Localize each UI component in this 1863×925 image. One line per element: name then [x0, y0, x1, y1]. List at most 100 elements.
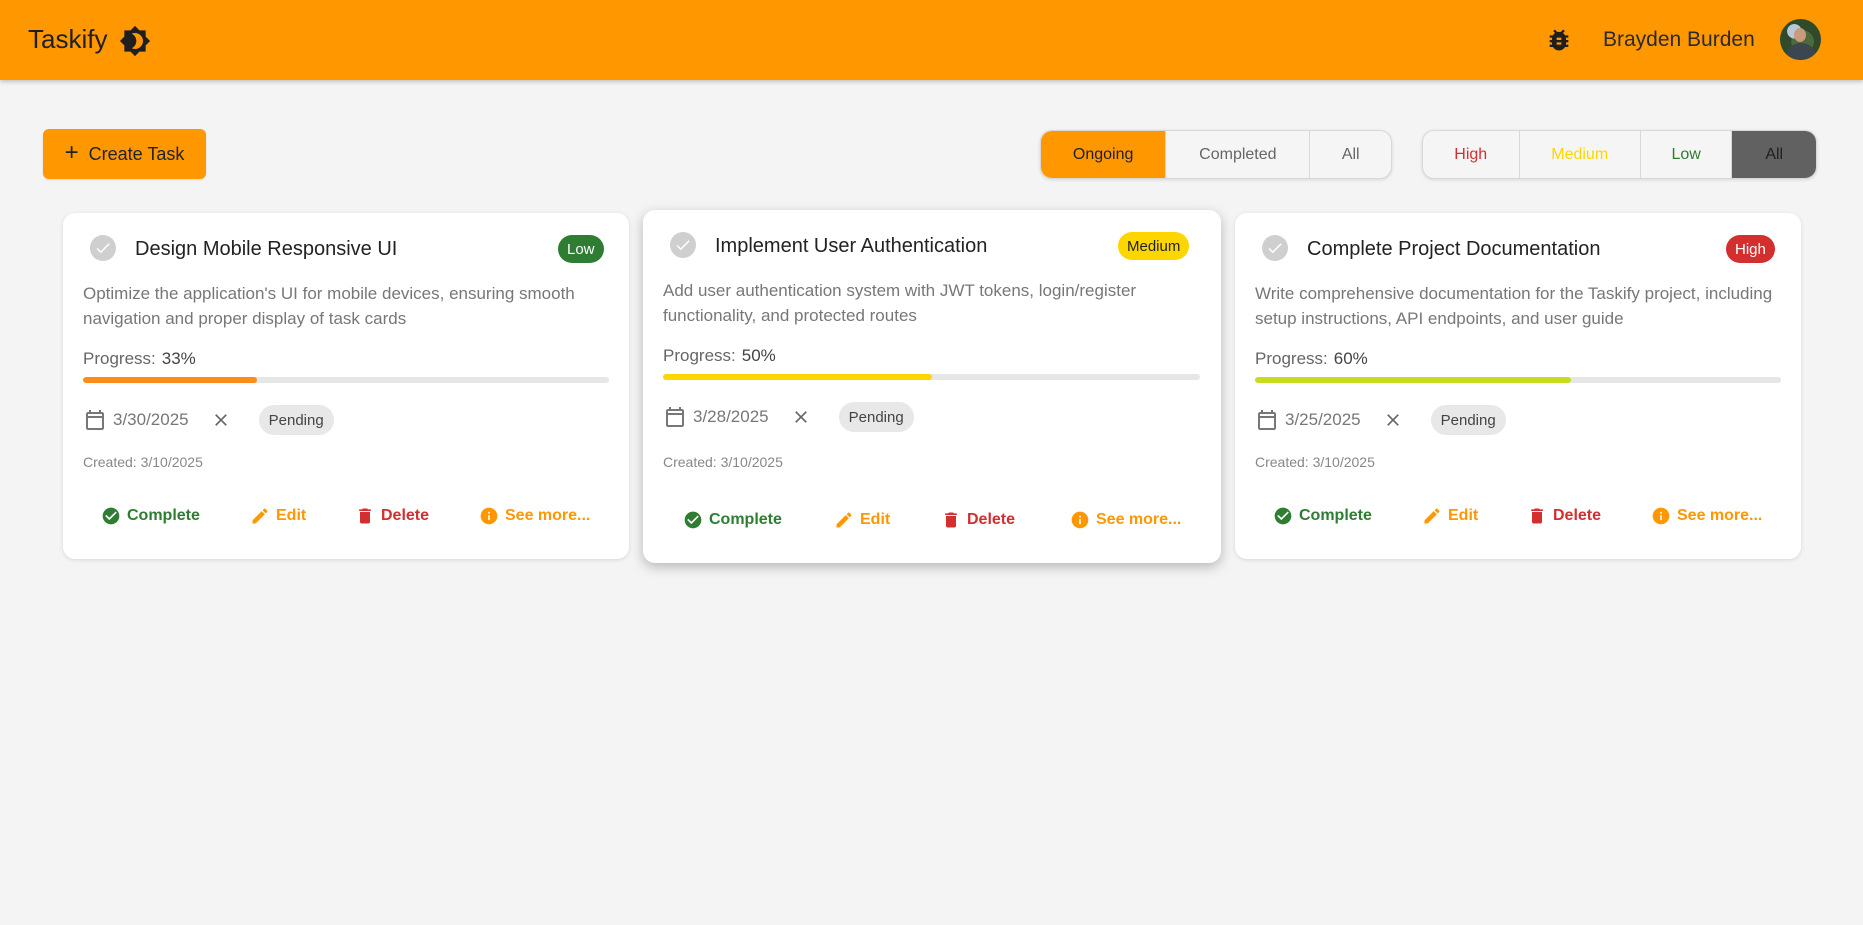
user-name[interactable]: Brayden Burden	[1603, 28, 1755, 52]
see-more-button[interactable]: See more...	[479, 501, 590, 531]
status-chip: Pending	[1430, 405, 1506, 435]
status-filter-group: Ongoing Completed All	[1040, 130, 1392, 179]
complete-button[interactable]: Complete	[101, 501, 200, 531]
progress-value: 50%	[741, 346, 776, 365]
see-more-label: See more...	[1677, 507, 1763, 524]
brightness-icon[interactable]	[119, 25, 151, 57]
check-circle-icon	[102, 507, 120, 525]
progress-bar	[1255, 377, 1781, 383]
calendar-icon	[86, 410, 104, 430]
progress-fill	[83, 377, 257, 383]
complete-button[interactable]: Complete	[683, 505, 782, 535]
complete-label: Complete	[709, 511, 782, 528]
priority-badge: High	[1726, 235, 1775, 263]
task-card: Complete Project Documentation High Writ…	[1235, 213, 1801, 559]
filter-high[interactable]: High	[1423, 131, 1520, 178]
edit-button[interactable]: Edit	[1422, 501, 1478, 531]
trash-icon	[945, 512, 957, 528]
card-actions: Complete Edit Delete See more...	[643, 505, 1221, 535]
priority-badge: Medium	[1118, 232, 1190, 260]
task-description: Add user authentication system with JWT …	[663, 281, 1137, 325]
delete-button[interactable]: Delete	[355, 501, 429, 531]
due-row: 3/28/2025 Pending	[663, 402, 914, 432]
complete-button[interactable]: Complete	[1273, 501, 1372, 531]
info-icon	[480, 507, 498, 525]
progress-caption: Progress:	[1255, 349, 1328, 368]
delete-button[interactable]: Delete	[941, 505, 1015, 535]
delete-label: Delete	[967, 511, 1016, 528]
filter-all-priority[interactable]: All	[1732, 131, 1816, 178]
filter-low[interactable]: Low	[1641, 131, 1733, 178]
progress-label: Progress: 33%	[83, 349, 196, 369]
edit-label: Edit	[860, 511, 891, 528]
edit-label: Edit	[1448, 507, 1479, 524]
created-date: Created: 3/10/2025	[1255, 454, 1375, 470]
filter-all-status[interactable]: All	[1310, 131, 1391, 178]
calendar-icon	[1258, 410, 1276, 430]
complete-label: Complete	[1299, 507, 1372, 524]
task-title: Design Mobile Responsive UI	[135, 238, 398, 260]
create-task-button[interactable]: + Create Task	[43, 129, 206, 179]
complete-label: Complete	[127, 507, 200, 524]
check-circle-icon	[1274, 507, 1292, 525]
see-more-label: See more...	[505, 507, 591, 524]
check-circle-icon[interactable]	[670, 232, 696, 258]
filter-medium[interactable]: Medium	[1520, 131, 1641, 178]
check-circle-icon	[684, 511, 702, 529]
close-icon[interactable]	[211, 410, 231, 430]
priority-filter-group: High Medium Low All	[1422, 130, 1817, 179]
see-more-button[interactable]: See more...	[1070, 505, 1181, 535]
status-chip: Pending	[258, 405, 334, 435]
task-card: Design Mobile Responsive UI Low Optimize…	[63, 213, 629, 559]
check-circle-icon[interactable]	[1262, 235, 1288, 261]
created-date: Created: 3/10/2025	[663, 454, 783, 470]
edit-label: Edit	[276, 507, 307, 524]
progress-value: 60%	[1333, 349, 1368, 368]
progress-bar	[663, 374, 1200, 380]
app-bar: Taskify Brayden Burden	[0, 0, 1863, 80]
info-icon	[1652, 507, 1670, 525]
pencil-icon	[252, 508, 268, 524]
card-actions: Complete Edit Delete See more...	[1235, 501, 1801, 531]
task-title: Complete Project Documentation	[1307, 238, 1601, 260]
pencil-icon	[836, 512, 852, 528]
bug-icon[interactable]	[1545, 26, 1573, 54]
avatar[interactable]	[1780, 19, 1821, 60]
created-date: Created: 3/10/2025	[83, 454, 203, 470]
app-title: Taskify	[28, 24, 108, 54]
progress-caption: Progress:	[83, 349, 156, 368]
trash-icon	[359, 508, 371, 524]
filter-ongoing[interactable]: Ongoing	[1041, 131, 1167, 178]
delete-button[interactable]: Delete	[1527, 501, 1601, 531]
close-icon[interactable]	[1383, 410, 1403, 430]
due-date: 3/30/2025	[113, 410, 189, 429]
due-date: 3/28/2025	[693, 407, 769, 426]
check-circle-icon[interactable]	[90, 235, 116, 261]
due-date: 3/25/2025	[1285, 410, 1361, 429]
trash-icon	[1531, 508, 1543, 524]
edit-button[interactable]: Edit	[250, 501, 306, 531]
progress-value: 33%	[161, 349, 196, 368]
task-description: Write comprehensive documentation for th…	[1255, 284, 1773, 328]
delete-label: Delete	[1553, 507, 1602, 524]
see-more-button[interactable]: See more...	[1651, 501, 1762, 531]
create-task-label: Create Task	[88, 143, 185, 164]
close-icon[interactable]	[791, 407, 811, 427]
pencil-icon	[1424, 508, 1440, 524]
due-row: 3/30/2025 Pending	[83, 405, 334, 435]
delete-label: Delete	[381, 507, 430, 524]
status-chip: Pending	[838, 402, 914, 432]
plus-icon: +	[64, 138, 79, 166]
calendar-icon	[666, 407, 684, 427]
filter-completed[interactable]: Completed	[1166, 131, 1311, 178]
priority-badge: Low	[558, 235, 604, 263]
see-more-label: See more...	[1096, 511, 1182, 528]
info-icon	[1071, 511, 1089, 529]
progress-caption: Progress:	[663, 346, 736, 365]
edit-button[interactable]: Edit	[834, 505, 890, 535]
progress-label: Progress: 50%	[663, 346, 776, 366]
task-description: Optimize the application's UI for mobile…	[83, 284, 575, 328]
due-row: 3/25/2025 Pending	[1255, 405, 1506, 435]
task-title: Implement User Authentication	[715, 235, 988, 257]
task-card: Implement User Authentication Medium Add…	[643, 210, 1221, 563]
